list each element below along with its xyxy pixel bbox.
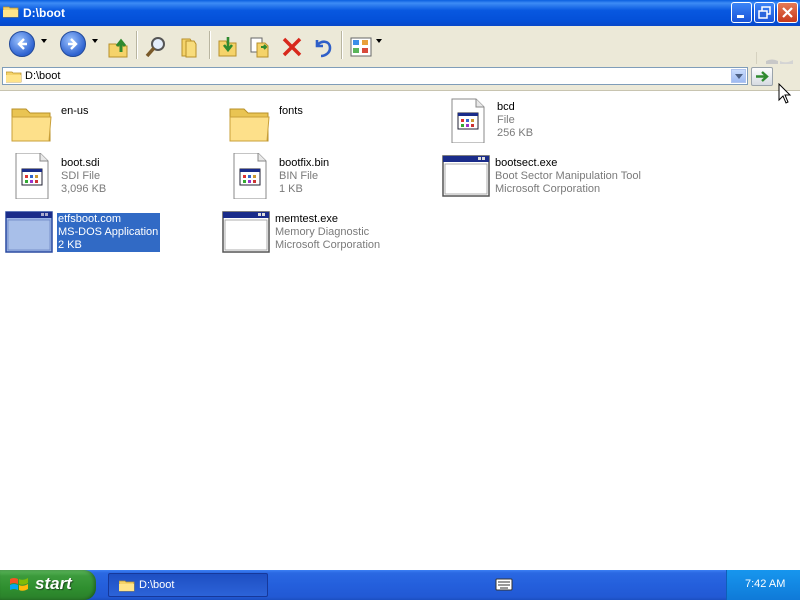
go-button[interactable] [751, 67, 773, 86]
file-detail: 3,096 KB [61, 183, 107, 195]
file-name: memtest.exe [275, 213, 338, 225]
minimize-button[interactable] [731, 2, 752, 23]
file-item-bootsect-exe[interactable]: bootsect.exe Boot Sector Manipulation To… [438, 151, 658, 199]
address-field[interactable]: D:\boot [2, 67, 748, 85]
title-bar[interactable]: D:\boot [0, 0, 800, 26]
keyboard-icon[interactable] [495, 578, 513, 591]
taskbar-item-label: D:\boot [139, 579, 175, 591]
file-detail: Microsoft Corporation [275, 239, 381, 251]
folders-icon[interactable] [178, 32, 202, 62]
clock[interactable]: 7:42 AM [745, 578, 785, 590]
forward-icon [68, 38, 78, 50]
file-type: Memory Diagnostic [275, 226, 370, 238]
back-dropdown-icon[interactable] [41, 39, 47, 43]
windows-flag-icon [10, 578, 28, 591]
toolbar-separator [136, 31, 138, 59]
toolbar [0, 26, 800, 90]
back-button[interactable] [9, 31, 35, 57]
forward-button[interactable] [60, 31, 86, 57]
file-name: fonts [279, 105, 303, 117]
taskbar-item-explorer[interactable]: D:\boot [108, 573, 268, 597]
file-type: BIN File [279, 170, 319, 182]
delete-icon[interactable] [280, 32, 304, 62]
start-button[interactable]: start [0, 570, 96, 600]
toolbar-separator [341, 31, 343, 59]
file-item-etfsboot-com[interactable]: etfsboot.com MS-DOS Application 2 KB [1, 207, 201, 255]
file-item-memtest-exe[interactable]: memtest.exe Memory Diagnostic Microsoft … [218, 207, 418, 255]
file-name: bcd [497, 101, 515, 113]
undo-icon[interactable] [311, 32, 335, 62]
address-bar: D:\boot [0, 64, 800, 91]
file-list[interactable]: en-us fonts bcd File 256 KB boot.sdi SDI… [0, 91, 800, 570]
generic-file-icon [15, 153, 49, 199]
generic-file-icon [451, 98, 485, 143]
system-tray: 7:42 AM [726, 570, 800, 600]
file-item-bootfix-bin[interactable]: bootfix.bin BIN File 1 KB [222, 151, 422, 199]
maximize-icon [758, 6, 771, 19]
taskbar: start D:\boot 7:42 AM [0, 570, 800, 600]
toolbar-separator [209, 31, 211, 59]
file-detail: 256 KB [497, 127, 534, 139]
address-dropdown-button[interactable] [731, 69, 746, 83]
window-title: D:\boot [23, 6, 65, 20]
file-type: Boot Sector Manipulation Tool [495, 170, 641, 182]
file-type: MS-DOS Application [58, 226, 159, 238]
back-icon [17, 38, 27, 50]
file-type: SDI File [61, 170, 101, 182]
close-icon [782, 7, 793, 18]
search-icon[interactable] [144, 32, 168, 62]
address-value[interactable]: D:\boot [25, 70, 60, 82]
file-name: bootfix.bin [279, 157, 330, 169]
file-type: File [497, 114, 515, 126]
file-detail: 2 KB [58, 239, 82, 251]
mouse-cursor-icon [778, 83, 792, 104]
file-detail: 1 KB [279, 183, 303, 195]
file-item-boot-sdi[interactable]: boot.sdi SDI File 3,096 KB [4, 151, 204, 199]
restore-button[interactable] [754, 2, 775, 23]
close-button[interactable] [777, 2, 798, 23]
file-detail: Microsoft Corporation [495, 183, 601, 195]
application-icon [5, 211, 53, 253]
minimize-icon [737, 15, 744, 18]
file-name: etfsboot.com [58, 213, 121, 225]
views-icon[interactable] [349, 32, 373, 62]
move-to-icon[interactable] [216, 32, 240, 62]
folder-icon [229, 108, 270, 142]
go-arrow-icon [756, 71, 769, 82]
file-name: boot.sdi [61, 157, 100, 169]
folder-icon [11, 108, 52, 142]
file-name: en-us [61, 105, 89, 117]
application-icon [442, 155, 490, 197]
file-name: bootsect.exe [495, 157, 558, 169]
folder-icon [119, 580, 135, 592]
folder-icon [3, 6, 19, 18]
folder-item-en-us[interactable]: en-us [4, 99, 204, 147]
up-folder-icon[interactable] [107, 33, 131, 63]
copy-to-icon[interactable] [248, 32, 272, 62]
start-label: start [35, 574, 72, 593]
forward-dropdown-icon[interactable] [92, 39, 98, 43]
folder-item-fonts[interactable]: fonts [222, 99, 422, 147]
file-item-bcd[interactable]: bcd File 256 KB [440, 95, 640, 143]
views-dropdown-icon[interactable] [376, 39, 382, 43]
generic-file-icon [233, 153, 267, 199]
folder-icon [6, 71, 22, 83]
application-icon [222, 211, 270, 253]
